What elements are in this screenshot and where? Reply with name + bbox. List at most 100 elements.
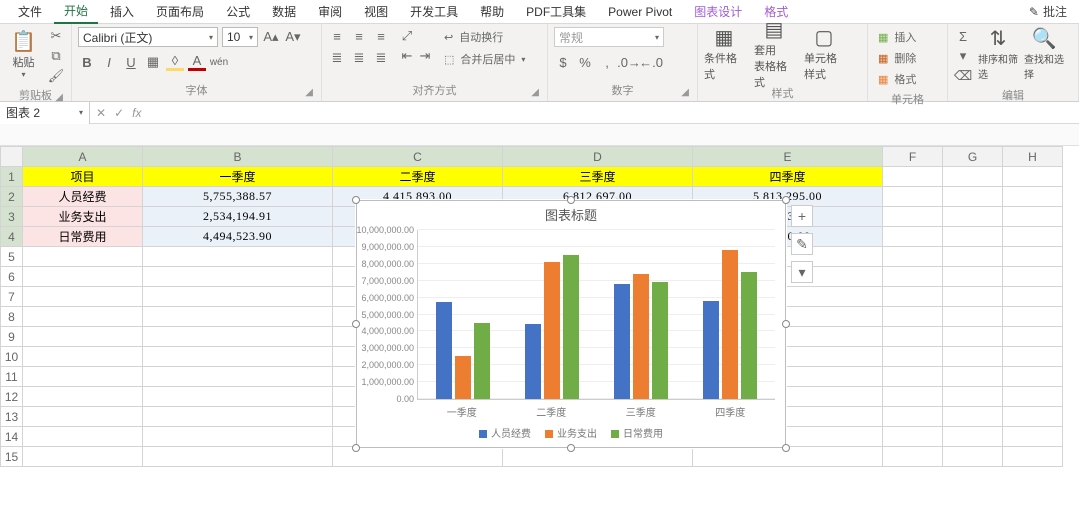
cell[interactable] [883,167,943,187]
cell[interactable] [883,187,943,207]
cell-styles-button[interactable]: ▢单元格样式 [804,27,844,83]
legend-item[interactable]: 日常费用 [611,425,663,440]
increase-indent-button[interactable]: ⇥ [416,47,434,65]
bar[interactable] [474,323,490,399]
chart-legend[interactable]: 人员经费业务支出日常费用 [357,419,785,440]
cell[interactable] [23,447,143,467]
cell[interactable] [883,347,943,367]
align-left-button[interactable]: ≣ [328,49,346,67]
cell[interactable] [943,247,1003,267]
dialog-launcher-icon[interactable]: ◢ [305,87,313,98]
tab-formulas[interactable]: 公式 [216,0,260,23]
paste-button[interactable]: 📋 粘贴 ▾ [6,27,41,83]
cell[interactable]: 二季度 [333,167,503,187]
font-size-combo[interactable]: 10▾ [222,27,258,47]
tab-page-layout[interactable]: 页面布局 [146,0,214,23]
cell[interactable] [943,367,1003,387]
cell[interactable] [23,327,143,347]
bar[interactable] [652,282,668,399]
resize-handle[interactable] [782,444,790,452]
cell[interactable] [1003,327,1063,347]
bar[interactable] [563,255,579,399]
chart-filters-button[interactable]: ▾ [791,261,813,283]
cell[interactable] [1003,267,1063,287]
cell[interactable] [943,387,1003,407]
cell[interactable] [883,207,943,227]
cell[interactable] [143,387,333,407]
tab-insert[interactable]: 插入 [100,0,144,23]
resize-handle[interactable] [782,320,790,328]
row-header[interactable]: 10 [1,347,23,367]
row-header[interactable]: 13 [1,407,23,427]
col-header-C[interactable]: C [333,147,503,167]
embedded-chart[interactable]: + ✎ ▾ 图表标题 0.001,000,000.002,000,000.003… [356,200,786,448]
cell[interactable] [883,427,943,447]
worksheet-grid[interactable]: A B C D E F G H 1项目一季度二季度三季度四季度2人员经费5,75… [0,146,1079,467]
tab-help[interactable]: 帮助 [470,0,514,23]
cell[interactable] [883,387,943,407]
decrease-indent-button[interactable]: ⇤ [398,47,416,65]
tab-review[interactable]: 审阅 [308,0,352,23]
cell[interactable] [943,407,1003,427]
format-painter-button[interactable]: 🖌 [47,67,65,85]
row-header[interactable]: 11 [1,367,23,387]
cell[interactable] [23,287,143,307]
tab-developer[interactable]: 开发工具 [400,0,468,23]
cell[interactable] [943,207,1003,227]
increase-font-button[interactable]: A▴ [262,28,280,46]
bar[interactable] [633,274,649,399]
cell[interactable] [943,167,1003,187]
cell[interactable] [1003,367,1063,387]
comments-button[interactable]: ✎ 批注 [1029,3,1067,20]
cell[interactable] [143,407,333,427]
resize-handle[interactable] [352,444,360,452]
chart-styles-button[interactable]: ✎ [791,233,813,255]
row-header[interactable]: 12 [1,387,23,407]
cut-button[interactable]: ✂ [47,27,65,45]
tab-data[interactable]: 数据 [262,0,306,23]
cell[interactable] [943,267,1003,287]
legend-item[interactable]: 人员经费 [479,425,531,440]
delete-cells-button[interactable]: ▦删除 [874,48,941,68]
merge-center-button[interactable]: ⬚合并后居中▾ [440,49,529,69]
underline-button[interactable]: U [122,53,140,71]
cell[interactable] [883,307,943,327]
cell[interactable] [1003,167,1063,187]
clear-button[interactable]: ⌫ [954,67,972,85]
cell[interactable] [943,287,1003,307]
cell[interactable]: 项目 [23,167,143,187]
cell[interactable] [943,227,1003,247]
border-button[interactable]: ▦ [144,53,162,71]
row-header[interactable]: 4 [1,227,23,247]
row-header[interactable]: 1 [1,167,23,187]
cell[interactable] [503,447,693,467]
tab-home[interactable]: 开始 [54,0,98,24]
bar[interactable] [703,301,719,399]
row-header[interactable]: 2 [1,187,23,207]
comma-format-button[interactable]: , [598,53,616,71]
cell[interactable] [1003,387,1063,407]
italic-button[interactable]: I [100,53,118,71]
cell[interactable] [143,327,333,347]
cell[interactable] [23,247,143,267]
cell[interactable] [23,427,143,447]
cell[interactable] [943,347,1003,367]
row-header[interactable]: 7 [1,287,23,307]
number-format-combo[interactable]: 常规▾ [554,27,664,47]
cell[interactable] [23,347,143,367]
align-right-button[interactable]: ≣ [372,49,390,67]
cell[interactable] [1003,247,1063,267]
cell[interactable]: 三季度 [503,167,693,187]
bar[interactable] [455,356,471,399]
bold-button[interactable]: B [78,53,96,71]
cell[interactable] [1003,347,1063,367]
bar[interactable] [544,262,560,399]
wrap-text-button[interactable]: ↩自动换行 [440,27,529,47]
cell[interactable] [143,427,333,447]
phonetic-button[interactable]: wén [210,53,228,71]
dialog-launcher-icon[interactable]: ◢ [531,87,539,98]
cell[interactable] [23,267,143,287]
cell[interactable] [1003,407,1063,427]
dialog-launcher-icon[interactable]: ◢ [55,92,63,103]
accept-formula-button[interactable]: ✓ [114,106,124,120]
